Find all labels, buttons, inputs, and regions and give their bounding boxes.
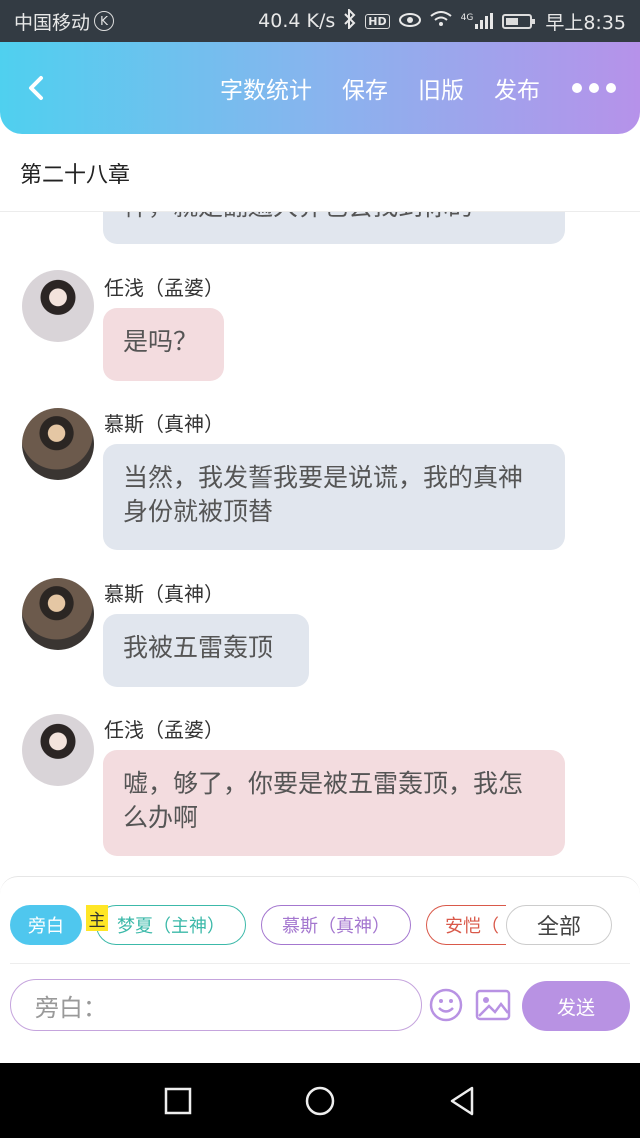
- speaker-name: 任浅（孟婆）: [104, 718, 224, 742]
- message-text: 嘘，够了，你要是被五雷轰顶，我怎么办啊: [123, 769, 524, 832]
- carrier-name: 中国移动: [14, 11, 91, 34]
- message-bubble[interactable]: 当然，我发誓我要是说谎，我的真神身份就被顶替: [103, 444, 565, 550]
- divider: [10, 963, 630, 964]
- k-badge-icon: K: [94, 11, 115, 31]
- chapter-title-bar: 第二十八章: [0, 134, 640, 212]
- role-chip-mengxia[interactable]: 梦夏（主神）: [96, 905, 246, 945]
- girl-avatar[interactable]: [22, 714, 94, 786]
- chat-area[interactable]: 神，就是翻遍大界也会找到你的 任浅（孟婆） 是吗？ 慕斯（真神） 当然，我发誓我…: [0, 212, 640, 876]
- wifi-icon: [430, 11, 452, 31]
- old-version-button[interactable]: 旧版: [418, 71, 464, 105]
- message-input[interactable]: 旁白：: [10, 979, 422, 1031]
- message-text: 神，就是翻遍大界也会找到你的: [123, 212, 545, 224]
- recent-apps-icon[interactable]: [160, 1083, 196, 1119]
- header-actions: 字数统计 保存 旧版 发布: [220, 42, 616, 134]
- boy-avatar[interactable]: [22, 408, 94, 480]
- signal-icon: 4G: [461, 13, 494, 29]
- input-placeholder: 旁白：: [35, 993, 107, 1022]
- role-chip-narrator[interactable]: 旁白: [10, 905, 82, 945]
- home-icon[interactable]: [302, 1083, 338, 1119]
- word-count-button[interactable]: 字数统计: [220, 71, 312, 105]
- role-chip-musi[interactable]: 慕斯（真神）: [261, 905, 411, 945]
- app-header: 字数统计 保存 旧版 发布: [0, 42, 640, 134]
- message-bubble[interactable]: 我被五雷轰顶: [103, 614, 309, 687]
- clock: 早上8:35: [545, 11, 626, 34]
- message-bubble[interactable]: 嘘，够了，你要是被五雷轰顶，我怎么办啊: [103, 750, 565, 856]
- publish-button[interactable]: 发布: [494, 71, 540, 105]
- status-bar: 中国移动 K 40.4 K/s HD 4G 早上8:35: [0, 0, 640, 42]
- all-roles-button[interactable]: 全部: [506, 905, 612, 945]
- eye-icon: [398, 12, 421, 31]
- network-type: 4G: [460, 13, 474, 23]
- bluetooth-icon: [344, 7, 356, 33]
- message-bubble[interactable]: 是吗？: [103, 308, 224, 381]
- message-text: 我被五雷轰顶: [123, 633, 274, 662]
- save-button[interactable]: 保存: [342, 71, 388, 105]
- chevron-left-icon: [29, 76, 43, 100]
- system-nav-bar: [0, 1063, 640, 1138]
- more-icon[interactable]: [572, 83, 616, 93]
- girl-avatar[interactable]: [22, 270, 94, 342]
- back-nav-icon[interactable]: [444, 1083, 480, 1119]
- image-icon[interactable]: [475, 989, 511, 1021]
- emoji-icon[interactable]: [429, 988, 463, 1022]
- composer-panel: 旁白 梦夏（主神） 主 慕斯（真神） 安恺（ 全部 旁白： 发送: [0, 876, 640, 1063]
- message-bubble[interactable]: 神，就是翻遍大界也会找到你的: [103, 212, 565, 244]
- speaker-name: 慕斯（真神）: [104, 582, 224, 606]
- send-button[interactable]: 发送: [522, 981, 630, 1031]
- boy-avatar[interactable]: [22, 578, 94, 650]
- speaker-name: 慕斯（真神）: [104, 412, 224, 436]
- network-speed: 40.4 K/s: [258, 10, 336, 32]
- role-chip-ankai[interactable]: 安恺（: [426, 905, 506, 945]
- back-button[interactable]: [18, 70, 54, 106]
- main-role-tag: 主: [86, 905, 108, 931]
- message-text: 当然，我发誓我要是说谎，我的真神身份就被顶替: [123, 463, 524, 526]
- message-text: 是吗？: [123, 327, 199, 356]
- chapter-title[interactable]: 第二十八章: [20, 157, 130, 189]
- battery-icon: [502, 13, 536, 29]
- hd-icon: HD: [365, 13, 390, 29]
- speaker-name: 任浅（孟婆）: [104, 276, 224, 300]
